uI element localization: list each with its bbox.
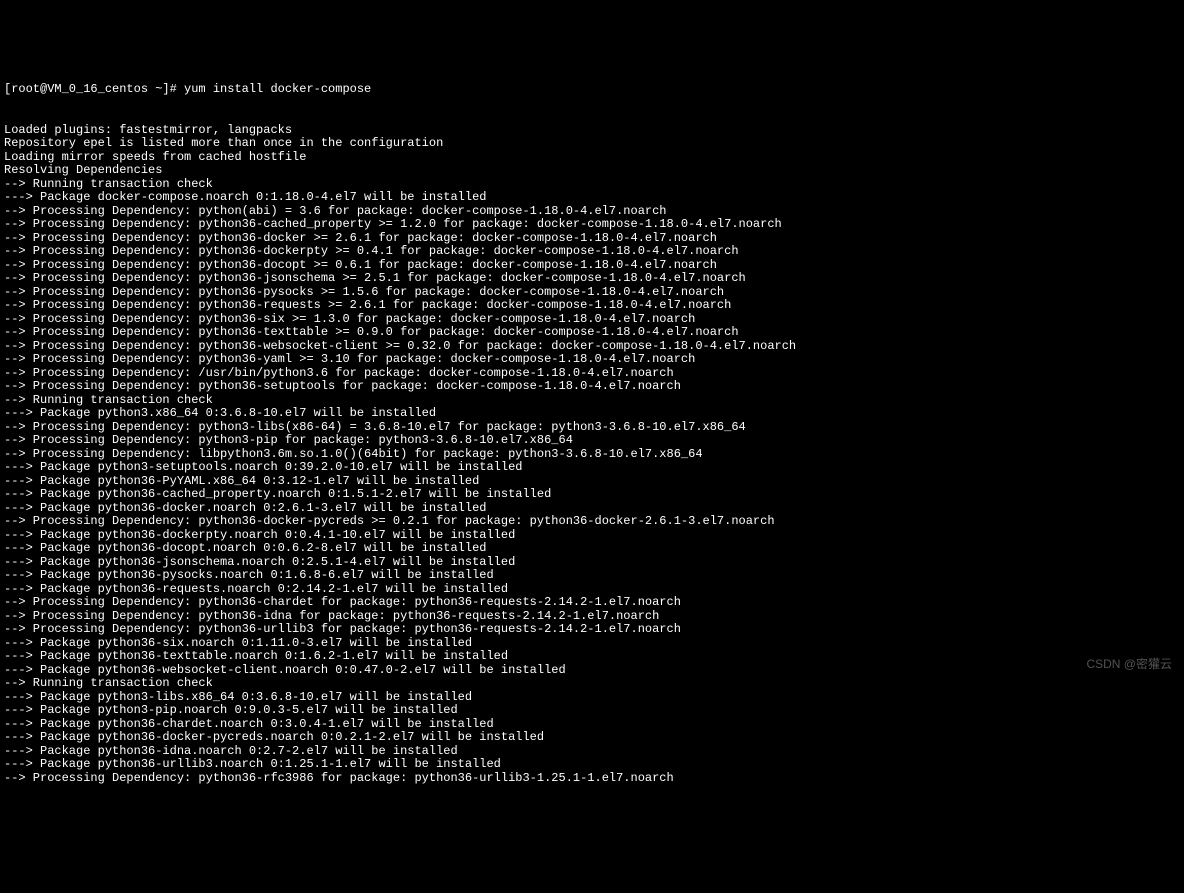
prompt-line: [root@VM_0_16_centos ~]# yum install doc… [4, 83, 1180, 97]
output-line: --> Processing Dependency: python36-dock… [4, 515, 1180, 529]
output-line: ---> Package python36-requests.noarch 0:… [4, 583, 1180, 597]
output-line: ---> Package python3.x86_64 0:3.6.8-10.e… [4, 407, 1180, 421]
output-line: ---> Package python36-dockerpty.noarch 0… [4, 529, 1180, 543]
output-line: --> Processing Dependency: python36-char… [4, 596, 1180, 610]
output-line: --> Processing Dependency: python36-text… [4, 326, 1180, 340]
output-line: Resolving Dependencies [4, 164, 1180, 178]
output-line: ---> Package python36-docopt.noarch 0:0.… [4, 542, 1180, 556]
output-line: ---> Package python36-urllib3.noarch 0:1… [4, 758, 1180, 772]
output-line: ---> Package python36-six.noarch 0:1.11.… [4, 637, 1180, 651]
output-line: --> Processing Dependency: python36-requ… [4, 299, 1180, 313]
output-line: ---> Package docker-compose.noarch 0:1.1… [4, 191, 1180, 205]
output-line: ---> Package python36-jsonschema.noarch … [4, 556, 1180, 570]
output-line: ---> Package python36-PyYAML.x86_64 0:3.… [4, 475, 1180, 489]
output-line: --> Processing Dependency: python36-urll… [4, 623, 1180, 637]
output-line: ---> Package python36-docker.noarch 0:2.… [4, 502, 1180, 516]
output-line: --> Processing Dependency: python3-libs(… [4, 421, 1180, 435]
output-line: --> Processing Dependency: python36-idna… [4, 610, 1180, 624]
output-line: --> Processing Dependency: python36-yaml… [4, 353, 1180, 367]
output-line: Loading mirror speeds from cached hostfi… [4, 151, 1180, 165]
output-line: --> Running transaction check [4, 178, 1180, 192]
output-line: --> Processing Dependency: python36-doco… [4, 259, 1180, 273]
output-line: --> Processing Dependency: python3-pip f… [4, 434, 1180, 448]
output-lines: Loaded plugins: fastestmirror, langpacks… [4, 124, 1180, 786]
output-line: --> Processing Dependency: /usr/bin/pyth… [4, 367, 1180, 381]
output-line: Repository epel is listed more than once… [4, 137, 1180, 151]
output-line: ---> Package python36-pysocks.noarch 0:1… [4, 569, 1180, 583]
output-line: --> Processing Dependency: python36-pyso… [4, 286, 1180, 300]
output-line: --> Processing Dependency: python36-dock… [4, 245, 1180, 259]
output-line: ---> Package python36-texttable.noarch 0… [4, 650, 1180, 664]
output-line: ---> Package python36-chardet.noarch 0:3… [4, 718, 1180, 732]
output-line: ---> Package python36-idna.noarch 0:2.7-… [4, 745, 1180, 759]
output-line: --> Processing Dependency: python36-cach… [4, 218, 1180, 232]
output-line: --> Running transaction check [4, 394, 1180, 408]
output-line: --> Processing Dependency: python36-six … [4, 313, 1180, 327]
output-line: --> Processing Dependency: python36-json… [4, 272, 1180, 286]
output-line: --> Processing Dependency: python36-webs… [4, 340, 1180, 354]
output-line: --> Processing Dependency: python(abi) =… [4, 205, 1180, 219]
output-line: --> Processing Dependency: python36-setu… [4, 380, 1180, 394]
output-line: ---> Package python3-setuptools.noarch 0… [4, 461, 1180, 475]
output-line: ---> Package python3-libs.x86_64 0:3.6.8… [4, 691, 1180, 705]
output-line: --> Running transaction check [4, 677, 1180, 691]
output-line: --> Processing Dependency: python36-rfc3… [4, 772, 1180, 786]
output-line: --> Processing Dependency: python36-dock… [4, 232, 1180, 246]
terminal-output[interactable]: [root@VM_0_16_centos ~]# yum install doc… [4, 56, 1180, 799]
output-line: ---> Package python36-websocket-client.n… [4, 664, 1180, 678]
output-line: ---> Package python36-cached_property.no… [4, 488, 1180, 502]
output-line: --> Processing Dependency: libpython3.6m… [4, 448, 1180, 462]
output-line: Loaded plugins: fastestmirror, langpacks [4, 124, 1180, 138]
output-line: ---> Package python36-docker-pycreds.noa… [4, 731, 1180, 745]
output-line: ---> Package python3-pip.noarch 0:9.0.3-… [4, 704, 1180, 718]
